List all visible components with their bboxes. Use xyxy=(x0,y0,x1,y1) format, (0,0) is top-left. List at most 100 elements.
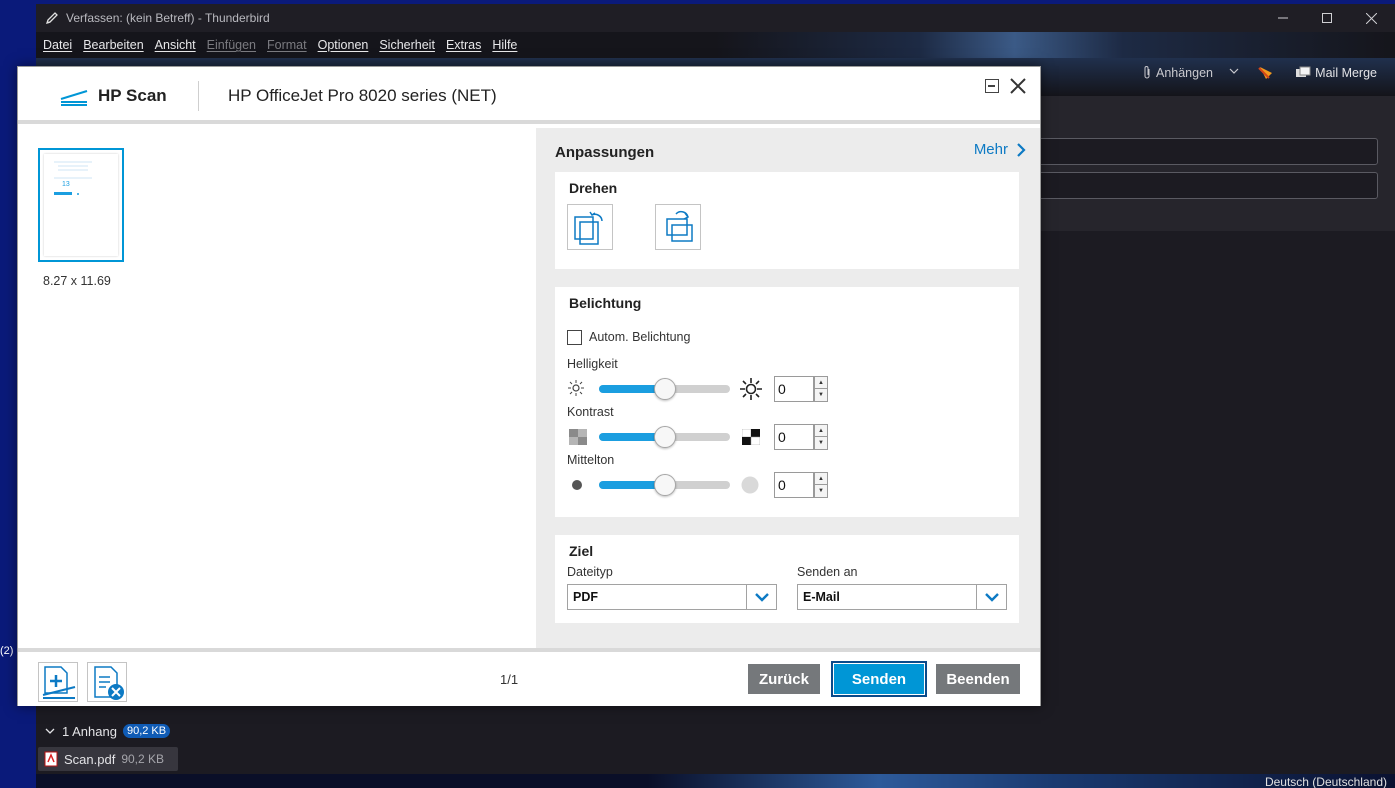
app-name: HP Scan xyxy=(98,86,167,105)
printer-name: HP OfficeJet Pro 8020 series (NET) xyxy=(228,86,497,105)
desktop-label: (2) xyxy=(0,645,14,657)
exposure-card: Belichtung Autom. Belichtung Helligkeit … xyxy=(555,287,1019,517)
attachment-bar[interactable]: 1 Anhang 90,2 KB xyxy=(36,716,1395,746)
recipient-field[interactable] xyxy=(1018,138,1378,165)
more-button[interactable]: Mehr xyxy=(974,141,1026,158)
contrast-input[interactable]: 0 xyxy=(774,424,814,450)
chevron-down-icon xyxy=(1229,68,1239,74)
send-to-value: E-Mail xyxy=(803,590,840,604)
brightness-label: Helligkeit xyxy=(567,357,618,371)
page-size-label: 8.27 x 11.69 xyxy=(43,274,111,288)
auto-exposure-label: Autom. Belichtung xyxy=(589,330,691,344)
attachment-file-name: Scan.pdf xyxy=(64,751,116,767)
sun-high-icon xyxy=(740,378,762,400)
midtone-light-icon xyxy=(741,476,759,494)
attach-button[interactable]: Anhängen xyxy=(1142,66,1213,80)
menu-sicherheit[interactable]: Sicherheit xyxy=(379,38,435,52)
maximize-button[interactable] xyxy=(1305,4,1349,32)
paperclip-icon xyxy=(1144,66,1150,79)
chevron-down-icon xyxy=(984,593,999,602)
close-window-button[interactable] xyxy=(1349,4,1393,32)
maximize-icon xyxy=(1322,13,1332,23)
panel-title: Anpassungen xyxy=(555,144,655,161)
minimize-icon xyxy=(1278,17,1288,19)
add-page-icon xyxy=(42,666,76,699)
menu-hilfe[interactable]: Hilfe xyxy=(492,38,517,52)
chevron-down-icon xyxy=(754,593,769,602)
midtone-dark-icon xyxy=(572,480,582,490)
minimize-dialog-button[interactable] xyxy=(985,79,999,93)
hp-scan-header: HP Scan HP OfficeJet Pro 8020 series (NE… xyxy=(18,67,1040,124)
close-dialog-button[interactable] xyxy=(1010,74,1026,99)
close-icon xyxy=(1010,78,1026,94)
filetype-label: Dateityp xyxy=(567,565,613,579)
delete-page-icon xyxy=(94,666,124,700)
attach-dropdown[interactable] xyxy=(1229,66,1239,79)
attachment-summary: 1 Anhang xyxy=(62,723,117,739)
adjustments-panel: Anpassungen Mehr Drehen Belichtung Autom… xyxy=(536,128,1040,648)
window-title: Verfassen: (kein Betreff) - Thunderbird xyxy=(66,11,270,25)
rotate-left-button[interactable] xyxy=(567,204,613,250)
menu-datei[interactable]: Datei xyxy=(43,38,72,52)
filetype-dropdown-button[interactable] xyxy=(746,585,776,609)
brightness-up-button[interactable]: ▲ xyxy=(815,377,827,389)
send-to-select[interactable]: E-Mail xyxy=(797,584,1007,610)
mail-merge-icon xyxy=(1296,66,1311,77)
auto-exposure-checkbox[interactable] xyxy=(567,330,582,345)
mail-merge-button[interactable]: Mail Merge xyxy=(1295,66,1377,80)
attachment-item[interactable]: Scan.pdf 90,2 KB xyxy=(38,747,178,771)
thumbnail-content: 13 xyxy=(54,161,92,195)
menu-einfuegen[interactable]: Einfügen xyxy=(207,38,256,52)
rotate-card: Drehen xyxy=(555,172,1019,269)
brightness-input[interactable]: 0 xyxy=(774,376,814,402)
add-page-button[interactable] xyxy=(38,662,78,702)
midtone-input[interactable]: 0 xyxy=(774,472,814,498)
contrast-low-icon xyxy=(569,429,587,445)
preview-area: 13 8.27 x 11.69 xyxy=(18,128,536,648)
rotate-title: Drehen xyxy=(569,180,618,196)
attachment-file-size: 90,2 KB xyxy=(121,752,165,766)
menu-optionen[interactable]: Optionen xyxy=(318,38,369,52)
page-thumbnail[interactable]: 13 xyxy=(38,148,124,262)
contrast-spinner[interactable]: ▲ ▼ xyxy=(814,424,828,450)
rotate-right-button[interactable] xyxy=(655,204,701,250)
brightness-knob[interactable] xyxy=(654,378,676,400)
back-button[interactable]: Zurück xyxy=(748,664,820,694)
midtone-spinner[interactable]: ▲ ▼ xyxy=(814,472,828,498)
filetype-select[interactable]: PDF xyxy=(567,584,777,610)
send-to-dropdown-button[interactable] xyxy=(976,585,1006,609)
attach-label: Anhängen xyxy=(1155,66,1213,80)
title-bar: Verfassen: (kein Betreff) - Thunderbird xyxy=(36,4,1395,32)
chevron-right-icon xyxy=(1017,142,1026,157)
brightness-spinner[interactable]: ▲ ▼ xyxy=(814,376,828,402)
menu-format[interactable]: Format xyxy=(267,38,307,52)
delete-page-button[interactable] xyxy=(87,662,127,702)
minimize-button[interactable] xyxy=(1261,4,1305,32)
midtone-up-button[interactable]: ▲ xyxy=(815,473,827,485)
contrast-down-button[interactable]: ▼ xyxy=(815,437,827,449)
priority-button[interactable] xyxy=(1257,64,1275,87)
status-bar: Deutsch (Deutschland) xyxy=(36,774,1395,788)
finish-button[interactable]: Beenden xyxy=(936,664,1020,694)
page-counter: 1/1 xyxy=(500,672,519,687)
send-button[interactable]: Senden xyxy=(831,661,927,697)
midtone-knob[interactable] xyxy=(654,474,676,496)
dialog-footer: 1/1 Zurück Senden Beenden xyxy=(18,648,1040,706)
menu-ansicht[interactable]: Ansicht xyxy=(155,38,196,52)
subject-field[interactable] xyxy=(1018,172,1378,199)
language-indicator[interactable]: Deutsch (Deutschland) xyxy=(1265,775,1387,788)
exposure-title: Belichtung xyxy=(569,295,642,311)
brightness-down-button[interactable]: ▼ xyxy=(815,389,827,401)
midtone-down-button[interactable]: ▼ xyxy=(815,485,827,497)
sun-low-icon xyxy=(568,380,584,396)
menu-bearbeiten[interactable]: Bearbeiten xyxy=(83,38,143,52)
menu-extras[interactable]: Extras xyxy=(446,38,481,52)
contrast-knob[interactable] xyxy=(654,426,676,448)
pdf-icon xyxy=(44,751,58,767)
thumbnail-number: 13 xyxy=(62,181,70,188)
chevron-down-icon xyxy=(45,728,55,734)
midtone-label: Mittelton xyxy=(567,453,615,467)
attachment-total-size: 90,2 KB xyxy=(122,724,171,738)
contrast-up-button[interactable]: ▲ xyxy=(815,425,827,437)
flag-icon xyxy=(1258,67,1272,79)
